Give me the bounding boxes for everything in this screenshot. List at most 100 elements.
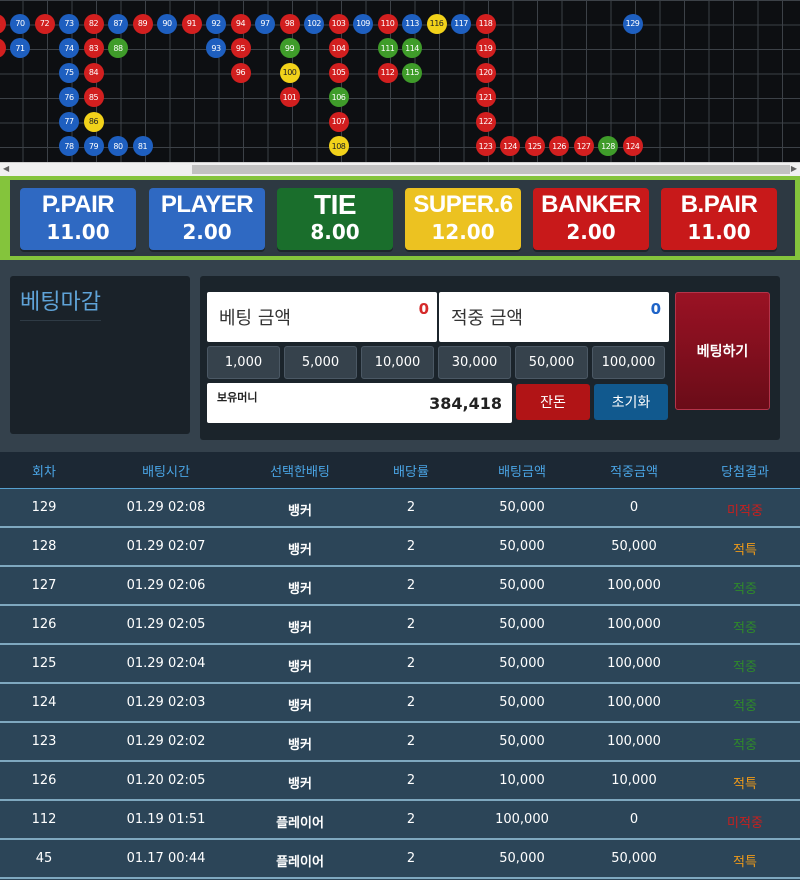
bet-name: B.PAIR — [680, 191, 758, 218]
cell-round: 112 — [31, 812, 57, 827]
road-bead: 106 — [328, 87, 349, 107]
chip-button-1000[interactable]: 1,000 — [207, 346, 280, 379]
cell-bet: 50,000 — [499, 500, 545, 515]
table-row: 128 01.29 02:07 뱅커 2 50,000 50,000 적특 — [0, 528, 800, 567]
road-bead: 82 — [83, 13, 104, 34]
road-bead: 107 — [328, 111, 349, 132]
place-bet-button[interactable]: 베팅하기 — [675, 292, 770, 410]
scroll-left-icon[interactable]: ◀ — [3, 164, 9, 173]
bet-button-super6[interactable]: SUPER.6 12.00 — [405, 188, 521, 250]
bet-button-b-pair[interactable]: B.PAIR 11.00 — [661, 188, 777, 250]
bet-odds: 8.00 — [310, 220, 360, 244]
table-row: 126 01.20 02:05 뱅커 2 10,000 10,000 적특 — [0, 762, 800, 801]
cell-result: 적특 — [733, 543, 757, 558]
chip-button-30000[interactable]: 30,000 — [438, 346, 511, 379]
cell-win: 0 — [629, 500, 639, 515]
cell-result: 미적중 — [727, 504, 763, 519]
bet-amount-label: 베팅 금액 — [219, 308, 291, 329]
bet-button-tie[interactable]: TIE 8.00 — [277, 188, 393, 250]
header-time: 배팅시간 — [142, 465, 190, 480]
road-bead: 96 — [230, 62, 251, 83]
road-bead: 73 — [59, 13, 79, 34]
scrollbar-thumb[interactable] — [192, 165, 790, 174]
cell-pick: 플레이어 — [276, 855, 324, 870]
cell-round: 129 — [31, 500, 57, 515]
road-bead: 124 — [500, 136, 520, 156]
bet-odds: 11.00 — [46, 220, 110, 244]
bet-options-bar: P.PAIR 11.00 PLAYER 2.00 TIE 8.00 SUPER.… — [0, 176, 800, 260]
cell-time: 01.17 00:44 — [126, 851, 206, 866]
cell-odds: 2 — [406, 695, 416, 710]
cell-result: 적중 — [733, 621, 757, 636]
cell-bet: 50,000 — [499, 539, 545, 554]
cell-win: 100,000 — [607, 734, 661, 749]
cell-odds: 2 — [406, 734, 416, 749]
road-bead: 104 — [328, 38, 349, 58]
balance-label: 보유머니 — [217, 391, 258, 404]
cell-time: 01.29 02:04 — [126, 656, 206, 671]
cell-pick: 플레이어 — [276, 816, 324, 831]
road-bead: 79 — [83, 136, 104, 156]
scroll-right-icon[interactable]: ▶ — [791, 164, 797, 173]
bet-amount-field[interactable]: 베팅 금액 0 — [207, 292, 437, 342]
table-header: 회차 배팅시간 선택한배팅 배당률 배팅금액 적중금액 당첨결과 — [0, 452, 800, 489]
win-amount-label: 적중 금액 — [451, 308, 523, 329]
table-row: 123 01.29 02:02 뱅커 2 50,000 100,000 적중 — [0, 723, 800, 762]
bet-history-table: 회차 배팅시간 선택한배팅 배당률 배팅금액 적중금액 당첨결과 129 01.2… — [0, 452, 800, 880]
bet-button-player[interactable]: PLAYER 2.00 — [149, 188, 265, 250]
cell-round: 125 — [31, 656, 57, 671]
cell-bet: 50,000 — [499, 734, 545, 749]
chip-button-100000[interactable]: 100,000 — [592, 346, 665, 379]
cell-result: 미적중 — [727, 816, 763, 831]
road-bead: 72 — [34, 13, 55, 34]
table-row: 125 01.29 02:04 뱅커 2 50,000 100,000 적중 — [0, 645, 800, 684]
road-bead: 116 — [426, 13, 447, 34]
bet-name: P.PAIR — [41, 191, 115, 218]
cell-win: 100,000 — [607, 656, 661, 671]
cell-bet: 10,000 — [499, 773, 545, 788]
road-bead: 78 — [59, 136, 79, 156]
cell-time: 01.19 01:51 — [126, 812, 206, 827]
header-bet: 배팅금액 — [498, 465, 546, 480]
bet-odds: 12.00 — [431, 220, 495, 244]
road-bead: 101 — [279, 87, 300, 107]
cell-pick: 뱅커 — [288, 543, 312, 558]
road-bead: 83 — [83, 38, 104, 58]
cell-pick: 뱅커 — [288, 582, 312, 597]
change-button[interactable]: 잔돈 — [516, 384, 590, 420]
reset-button[interactable]: 초기화 — [594, 384, 668, 420]
road-bead: 76 — [59, 87, 79, 107]
road-bead: 127 — [573, 136, 594, 156]
bet-button-banker[interactable]: BANKER 2.00 — [533, 188, 649, 250]
cell-round: 123 — [31, 734, 57, 749]
road-bead: 121 — [475, 87, 496, 107]
road-bead: 108 — [328, 136, 349, 156]
road-bead: 93 — [206, 38, 226, 58]
road-bead: 105 — [328, 62, 349, 83]
chip-button-5000[interactable]: 5,000 — [284, 346, 357, 379]
bet-button-p-pair[interactable]: P.PAIR 11.00 — [20, 188, 136, 250]
road-bead: 122 — [475, 111, 496, 132]
road-bead: 92 — [206, 13, 226, 34]
bet-options-inner: P.PAIR 11.00 PLAYER 2.00 TIE 8.00 SUPER.… — [10, 180, 795, 256]
cell-win: 50,000 — [611, 851, 657, 866]
header-pick: 선택한배팅 — [270, 465, 330, 480]
road-bead: 128 — [598, 136, 618, 156]
bet-name: BANKER — [541, 191, 641, 218]
road-bead: 98 — [279, 13, 300, 34]
chip-button-10000[interactable]: 10,000 — [361, 346, 434, 379]
bet-name: SUPER.6 — [413, 191, 513, 218]
road-bead: 91 — [181, 13, 202, 34]
road-bead: 97 — [255, 13, 275, 34]
cell-result: 적중 — [733, 699, 757, 714]
cell-odds: 2 — [406, 773, 416, 788]
cell-odds: 2 — [406, 656, 416, 671]
road-scrollbar[interactable]: ◀ ▶ — [0, 162, 800, 177]
cell-round: 126 — [31, 773, 57, 788]
road-bead: 71 — [10, 38, 30, 58]
road-bead: 110 — [377, 13, 398, 34]
cell-pick: 뱅커 — [288, 660, 312, 675]
road-bead: 117 — [451, 13, 471, 34]
table-row: 126 01.29 02:05 뱅커 2 50,000 100,000 적중 — [0, 606, 800, 645]
chip-button-50000[interactable]: 50,000 — [515, 346, 588, 379]
